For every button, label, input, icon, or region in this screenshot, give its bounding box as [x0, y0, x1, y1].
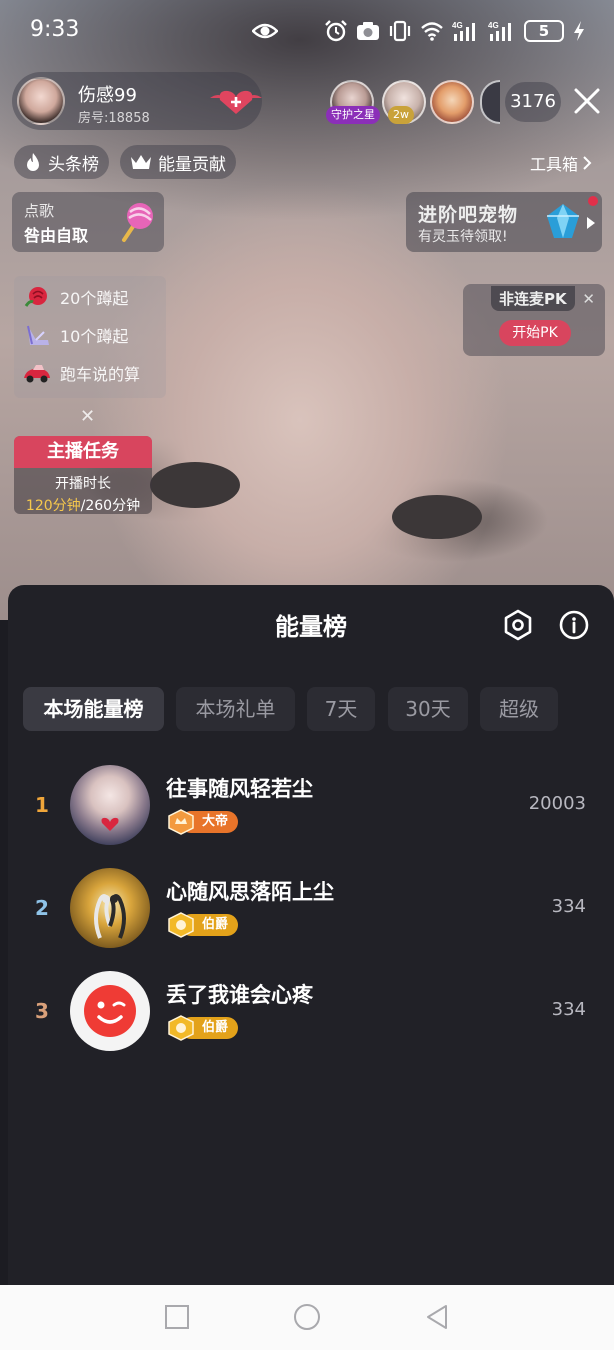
energy-score: 334: [551, 999, 586, 1020]
gift-task-row[interactable]: 10个蹲起: [22, 320, 128, 350]
wifi-icon: [421, 22, 443, 41]
play-arrow-icon: [587, 217, 595, 229]
energy-score: 20003: [528, 793, 586, 814]
status-icons: 4G 4G 5: [324, 18, 586, 44]
tab-super[interactable]: 超级: [480, 687, 558, 731]
start-pk-button[interactable]: 开始PK: [499, 320, 571, 346]
ranking-row[interactable]: 1 往事随风轻若尘 大帝 20003: [8, 765, 614, 855]
tab-30-days[interactable]: 30天: [388, 687, 468, 731]
host-info-pill[interactable]: 伤感99 房号:18858: [12, 72, 262, 130]
status-bar: 9:33 4G 4G 5: [0, 0, 614, 62]
home-button[interactable]: [293, 1303, 321, 1331]
user-name: 往事随风轻若尘: [166, 777, 313, 801]
host-avatar[interactable]: [17, 77, 65, 125]
gift-task-row[interactable]: 20个蹲起: [22, 282, 128, 312]
sports-car-icon: [24, 365, 50, 383]
rank-number: 1: [35, 793, 49, 817]
pet-upgrade-subtitle: 有灵玉待领取!: [418, 229, 508, 245]
toolbox-link[interactable]: 工具箱: [530, 151, 592, 175]
close-icon[interactable]: [572, 86, 602, 116]
video-left-eye: [150, 462, 240, 508]
headline-rank-label: 头条榜: [48, 154, 99, 175]
vibrate-icon: [389, 20, 411, 42]
headline-rank-chip[interactable]: 头条榜: [14, 145, 109, 179]
wink-face-icon: [84, 985, 136, 1037]
tab-current-gifts[interactable]: 本场礼单: [176, 687, 295, 731]
recent-apps-button[interactable]: [163, 1303, 191, 1331]
host-name: 伤感99: [78, 85, 137, 106]
jade-gem-icon: [547, 204, 579, 238]
crystal-shoe-icon: [27, 325, 49, 345]
info-icon[interactable]: [558, 609, 590, 641]
gift-task-row[interactable]: 跑车说的算: [22, 358, 140, 388]
status-time: 9:33: [30, 17, 80, 42]
gift-task-list: 20个蹲起 10个蹲起 跑车说的算: [14, 276, 166, 398]
ranking-row[interactable]: 3 丢了我谁会心疼 伯爵 334: [8, 971, 614, 1061]
rank-number: 3: [35, 999, 49, 1023]
pk-card: 非连麦PK ✕ 开始PK: [463, 284, 605, 356]
song-request-card[interactable]: 点歌 咎由自取: [12, 192, 164, 252]
pet-upgrade-title: 进阶吧宠物: [418, 204, 519, 226]
host-task-label: 开播时长: [55, 476, 111, 492]
song-request-label: 点歌: [24, 202, 55, 220]
svg-text:4G: 4G: [452, 21, 463, 30]
video-right-eye: [392, 495, 482, 539]
chevron-right-icon: [583, 156, 592, 170]
camera-icon: [357, 22, 379, 40]
settings-hexagon-icon[interactable]: [502, 609, 534, 641]
flame-icon: [27, 153, 39, 171]
user-avatar[interactable]: [70, 868, 150, 948]
energy-score: 334: [551, 896, 586, 917]
viewer-count[interactable]: 3176: [505, 82, 561, 122]
host-task-total: /260分钟: [80, 498, 141, 514]
host-task-card[interactable]: 主播任务 开播时长 120分钟/260分钟: [14, 436, 152, 514]
signal-4g-icon: 4G: [452, 21, 475, 41]
charging-icon: [574, 21, 584, 41]
crown-icon: [131, 155, 151, 169]
viewer-2w-badge: 2w: [388, 106, 414, 124]
toolbox-label: 工具箱: [530, 155, 579, 174]
gift-task-text: 20个蹲起: [60, 289, 129, 308]
rose-icon: [24, 287, 47, 307]
gift-task-text: 10个蹲起: [60, 327, 129, 346]
pk-title: 非连麦PK: [491, 286, 575, 311]
notification-dot: [588, 196, 598, 206]
pet-upgrade-card[interactable]: 进阶吧宠物 有灵玉待领取!: [406, 192, 602, 252]
svg-text:4G: 4G: [488, 21, 499, 30]
energy-contribution-label: 能量贡献: [158, 154, 226, 175]
emperor-badge-icon: [168, 809, 194, 835]
song-request-title: 咎由自取: [24, 226, 89, 245]
guard-star-badge: 守护之星: [326, 106, 380, 124]
tab-7-days[interactable]: 7天: [307, 687, 375, 731]
host-task-title: 主播任务: [14, 436, 152, 468]
ranking-row[interactable]: 2 心随风思落陌上尘 伯爵 334: [8, 868, 614, 958]
tab-current-energy[interactable]: 本场能量榜: [23, 687, 164, 731]
rank-number: 2: [35, 896, 49, 920]
energy-contribution-chip[interactable]: 能量贡献: [120, 145, 236, 179]
user-avatar[interactable]: [70, 765, 150, 845]
host-task-progress: 120分钟/260分钟: [14, 495, 152, 514]
gift-task-text: 跑车说的算: [60, 365, 141, 384]
back-button[interactable]: [423, 1303, 451, 1331]
viewer-avatar-3[interactable]: [430, 80, 474, 124]
follow-heart-button[interactable]: [208, 88, 264, 116]
signal-4g-icon-2: 4G: [488, 21, 511, 41]
host-task-done: 120分钟: [25, 498, 81, 514]
host-room-number: 房号:18858: [78, 111, 150, 126]
user-name: 丢了我谁会心疼: [166, 983, 313, 1007]
user-name: 心随风思落陌上尘: [166, 880, 334, 904]
gift-list-close-icon[interactable]: ✕: [80, 406, 95, 427]
eye-icon: [252, 23, 278, 39]
energy-ranking-sheet: 能量榜 本场能量榜 本场礼单 7天 30天 超级 1 往事随风轻若尘 大帝 20…: [8, 585, 614, 1285]
battery-icon: 5: [524, 20, 564, 42]
avatar-heart-icon: [101, 817, 119, 831]
alarm-icon: [325, 20, 347, 42]
count-badge-icon: [168, 912, 194, 938]
lollipop-icon: [122, 203, 153, 242]
avatar-swans-icon: [94, 894, 126, 939]
user-avatar[interactable]: [70, 971, 150, 1051]
system-navigation-bar: [0, 1285, 614, 1350]
count-badge-icon: [168, 1015, 194, 1041]
pk-close-icon[interactable]: ✕: [582, 290, 595, 308]
